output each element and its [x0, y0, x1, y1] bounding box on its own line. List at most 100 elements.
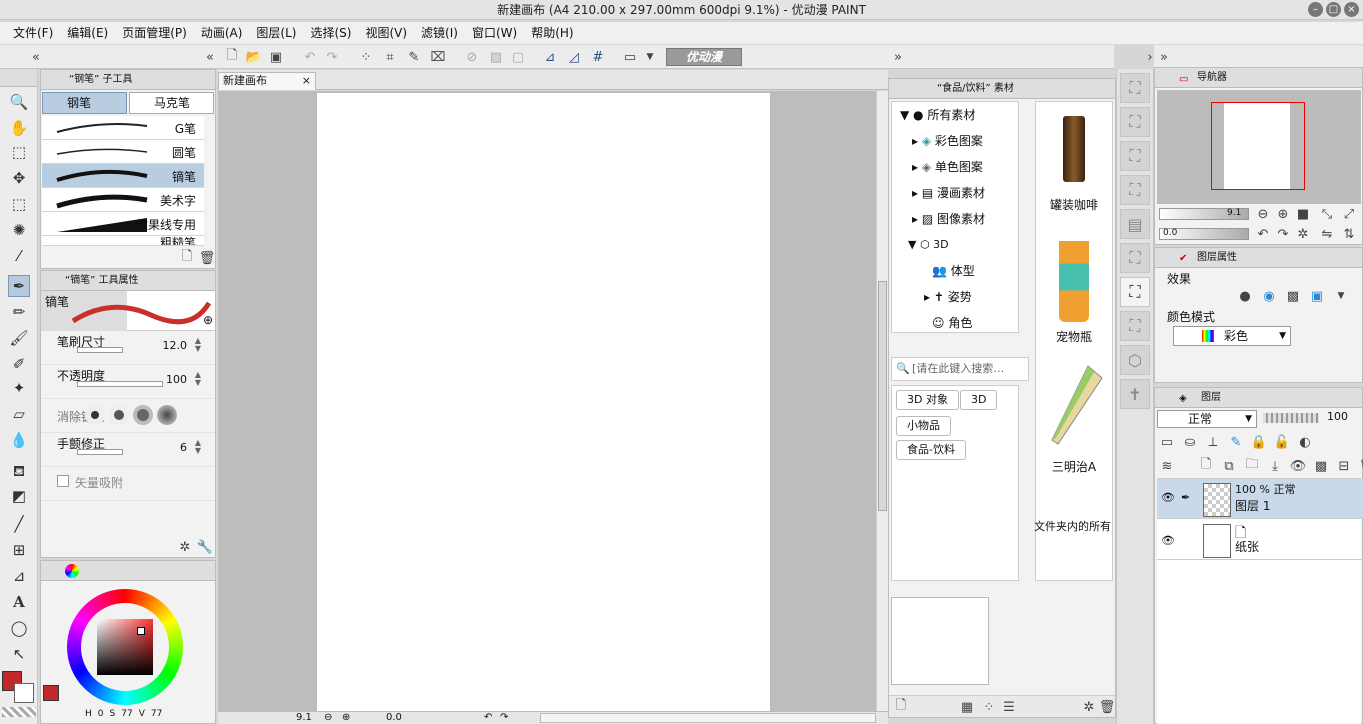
collapse-left2-icon[interactable]: « — [200, 47, 220, 67]
small-thumb-icon[interactable]: ⁘ — [979, 697, 999, 717]
menu-view[interactable]: 视图(V) — [358, 23, 414, 43]
layer-mask-icon[interactable]: ▩ — [1311, 456, 1331, 476]
zoom-tool-icon[interactable]: 🔍 — [8, 91, 30, 113]
large-thumb-icon[interactable]: ▦ — [957, 697, 977, 717]
fill-bucket-icon[interactable]: ⛾ — [8, 461, 30, 483]
tree-character[interactable]: ☺ 角色 — [892, 310, 1018, 332]
main-color-mini[interactable] — [43, 685, 59, 701]
add-material-icon[interactable]: 🗋 — [891, 697, 911, 717]
draft-layer-icon[interactable]: ✎ — [1226, 432, 1246, 452]
new-vector-layer-icon[interactable]: ⧉ — [1219, 456, 1239, 476]
mask-enable-icon[interactable]: ◐ — [1295, 432, 1315, 452]
nav-actual-size-icon[interactable]: ■ — [1293, 204, 1313, 224]
screen-icon[interactable]: ▭ — [620, 47, 640, 67]
canvas-tab[interactable]: 新建画布 × — [218, 72, 316, 90]
side-material-2-icon[interactable]: ⛶ — [1120, 107, 1150, 137]
menu-layer[interactable]: 图层(L) — [249, 23, 303, 43]
delete-material-icon[interactable]: 🗑 — [1097, 697, 1117, 717]
material-search-input[interactable]: 🔍 [请在此键入搜索… — [891, 357, 1029, 381]
snap-special-icon[interactable]: ◿ — [564, 47, 584, 67]
merge-down-icon[interactable]: ⤓ — [1265, 456, 1285, 476]
effect-tone-icon[interactable]: ◉ — [1259, 286, 1279, 306]
menu-filter[interactable]: 滤镜(I) — [414, 23, 465, 43]
canvas-hscroll[interactable] — [540, 713, 876, 723]
brush-effect-line[interactable]: 效果线专用 — [42, 212, 204, 236]
tool-property-tab[interactable]: “镝笔” 工具属性 — [41, 271, 215, 291]
layer-color-icon[interactable]: ▭ — [1157, 432, 1177, 452]
save-icon[interactable]: ▣ — [266, 47, 286, 67]
subtool-tab[interactable]: “钢笔” 子工具 — [41, 70, 215, 90]
nav-flip-h-icon[interactable]: ⇋ — [1317, 224, 1337, 244]
sub-color-swatch[interactable] — [14, 683, 34, 703]
snap-grid-icon[interactable]: # — [588, 47, 608, 67]
open-file-icon[interactable]: 📂 — [244, 47, 264, 67]
menu-page[interactable]: 页面管理(P) — [115, 23, 194, 43]
nav-reset-rotate-icon[interactable]: ✲ — [1293, 224, 1313, 244]
lock-layer-icon[interactable]: 🔒 — [1249, 432, 1269, 452]
apply-mask-icon[interactable]: ⊟ — [1334, 456, 1354, 476]
opacity-value[interactable]: 100 — [166, 373, 187, 386]
menu-file[interactable]: 文件(F) — [6, 23, 60, 43]
effect-dropdown-icon[interactable]: ▼ — [1331, 286, 1351, 306]
nav-rotate-right-icon[interactable]: ↷ — [1273, 224, 1293, 244]
effect-pattern-icon[interactable]: ▩ — [1283, 286, 1303, 306]
settings-icon[interactable]: 🔧 — [195, 537, 215, 557]
tag-small-items[interactable]: 小物品 — [896, 416, 951, 436]
zoom-in-icon[interactable]: ⊕ — [342, 712, 350, 724]
tag-3d[interactable]: 3D — [960, 390, 998, 410]
snap-ruler-icon[interactable]: ⊿ — [540, 47, 560, 67]
tree-color-pattern[interactable]: ▸ ◈ 彩色图案 — [892, 128, 1018, 154]
nav-zoom-in-icon[interactable]: ⊕ — [1273, 204, 1293, 224]
pen-tool-icon[interactable]: ✒ — [8, 275, 30, 297]
undo-icon[interactable]: ↶ — [300, 47, 320, 67]
tag-food-drink[interactable]: 食品-饮料 — [896, 440, 966, 460]
paper-visibility-icon[interactable]: 👁 — [1161, 534, 1175, 547]
nav-zoom-out-icon[interactable]: ⊖ — [1253, 204, 1273, 224]
layer-opacity-value[interactable]: 100 — [1327, 410, 1348, 423]
reset-icon[interactable]: ✲ — [175, 537, 195, 557]
side-material-8-icon[interactable]: ⛶ — [1120, 311, 1150, 341]
rotate-left-icon[interactable]: ↶ — [484, 712, 492, 724]
operation-tool-icon[interactable]: ⬚ — [8, 141, 30, 163]
brush-g-pen[interactable]: G笔 — [42, 116, 204, 140]
lock-alpha-icon[interactable]: 🔓 — [1272, 432, 1292, 452]
layer-tab[interactable]: ◈ 图层 — [1155, 388, 1362, 408]
new-raster-layer-icon[interactable]: 🗋 — [1196, 456, 1216, 476]
side-material-10-icon[interactable]: ✝ — [1120, 379, 1150, 409]
tree-manga[interactable]: ▸ ▤ 漫画素材 — [892, 180, 1018, 206]
move-tool-icon[interactable]: ✥ — [8, 167, 30, 189]
canvas-viewport[interactable] — [218, 91, 876, 711]
selection-tool-icon[interactable]: ⬚ — [8, 193, 30, 215]
brush-size-slider[interactable] — [77, 347, 123, 353]
correct-line-icon[interactable]: ↖ — [8, 643, 30, 665]
show-layer-icon[interactable]: 👁 — [1288, 456, 1308, 476]
tag-3d-object[interactable]: 3D 对象 — [896, 390, 959, 410]
maximize-button[interactable]: □ — [1326, 2, 1341, 17]
zoom-out-icon[interactable]: ⊖ — [324, 712, 332, 724]
aa-none-icon[interactable] — [85, 405, 105, 425]
brush-round-pen[interactable]: 圆笔 — [42, 140, 204, 164]
deselect-icon[interactable]: ⁘ — [356, 47, 376, 67]
side-material-9-icon[interactable]: ⬡ — [1120, 345, 1150, 375]
color-mode-select[interactable]: 彩色 ▼ — [1173, 326, 1291, 346]
canvas-tab-close-icon[interactable]: × — [302, 73, 311, 89]
navigator-tab[interactable]: ▭ 导航器 — [1155, 68, 1362, 88]
side-material-3-icon[interactable]: ⛶ — [1120, 141, 1150, 171]
line-tool-icon[interactable]: ╱ — [8, 513, 30, 535]
layer-stack-icon[interactable]: ≋ — [1157, 456, 1177, 476]
new-subtool-icon[interactable]: 🗋 — [177, 248, 197, 268]
color-wheel-tab-icon[interactable] — [65, 564, 79, 578]
tree-pose[interactable]: ▸ ✝ 姿势 — [892, 284, 1018, 310]
pencil-tool-icon[interactable]: ✏ — [8, 301, 30, 323]
opacity-spinner[interactable]: ▲ ▼ — [195, 371, 201, 387]
canvas-vscroll[interactable] — [876, 91, 888, 711]
crop-icon[interactable]: ⌧ — [428, 47, 448, 67]
effect-color-icon[interactable]: ▣ — [1307, 286, 1327, 306]
text-tool-icon[interactable]: A — [8, 591, 30, 613]
grid-off-icon[interactable]: ▨ — [486, 47, 506, 67]
material-item-bottle[interactable]: 宠物瓶 — [1036, 232, 1112, 345]
menu-animation[interactable]: 动画(A) — [194, 23, 250, 43]
tree-body[interactable]: 👥 体型 — [892, 258, 1018, 284]
nav-flip-v-icon[interactable]: ⇅ — [1339, 224, 1359, 244]
layer-opacity-slider[interactable] — [1263, 413, 1319, 423]
